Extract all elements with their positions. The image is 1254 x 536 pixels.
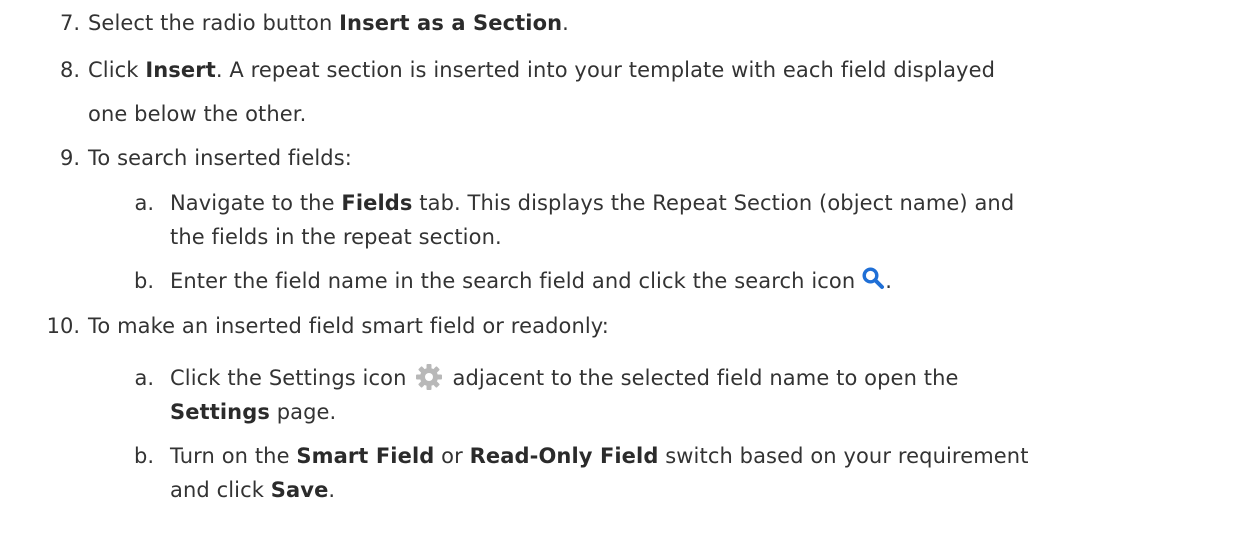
step-10b-marker: b. — [133, 444, 154, 468]
step-9a-marker: a. — [134, 191, 154, 215]
insert-as-section-label: Insert as a Section — [339, 11, 563, 35]
step-9-text: To search inserted fields: — [88, 146, 352, 170]
step-9a-text: Navigate to the Fields tab. This display… — [170, 191, 1015, 215]
step-8-text-line2: one below the other. — [88, 102, 307, 126]
step-10b-text-line2: and click Save. — [170, 478, 336, 502]
step-7-text: Select the radio button Insert as a Sect… — [88, 11, 569, 35]
step-9a-text-line2: the fields in the repeat section. — [170, 225, 502, 249]
step-10-number: 10. — [46, 314, 80, 338]
gear-icon — [415, 363, 443, 391]
step-7-number: 7. — [59, 11, 80, 35]
step-10a-text-line2: Settings page. — [170, 400, 337, 424]
document-body: 7. Select the radio button Insert as a S… — [0, 0, 1254, 536]
step-10a-text: Click the Settings icon adjacent to the s… — [170, 363, 959, 393]
save-label: Save — [270, 478, 329, 502]
step-10a-marker: a. — [134, 366, 154, 390]
step-10b-text: Turn on the Smart Field or Read-Only Fie… — [170, 444, 1029, 468]
step-9b-marker: b. — [133, 269, 154, 293]
search-icon — [861, 266, 885, 290]
read-only-field-label: Read-Only Field — [469, 444, 659, 468]
settings-page-label: Settings — [170, 400, 270, 424]
step-10-text: To make an inserted field smart field or… — [88, 314, 609, 338]
step-9-number: 9. — [59, 146, 80, 170]
step-8-text: Click Insert. A repeat section is insert… — [88, 58, 996, 82]
step-8-number: 8. — [59, 58, 80, 82]
step-9b-text: Enter the field name in the search field… — [170, 266, 892, 296]
insert-label: Insert — [145, 58, 216, 82]
fields-tab-label: Fields — [341, 191, 413, 215]
smart-field-label: Smart Field — [296, 444, 435, 468]
